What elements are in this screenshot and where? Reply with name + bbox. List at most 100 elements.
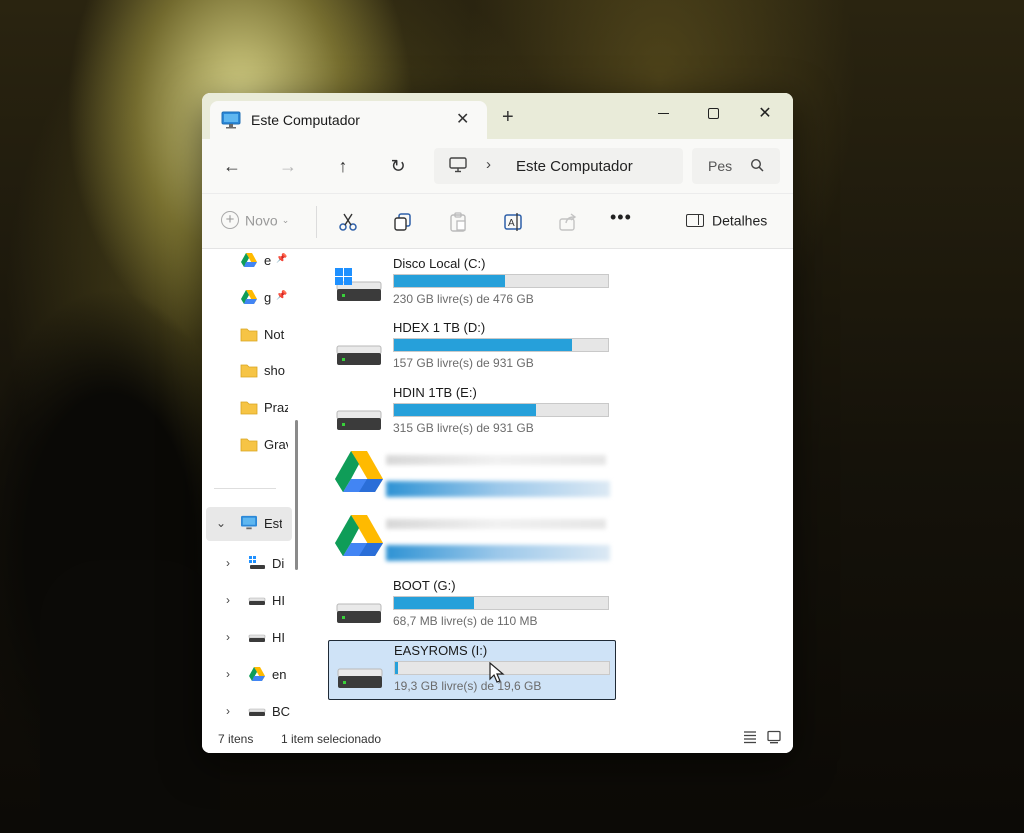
sidebar-tree-item[interactable]: › BC	[202, 697, 292, 726]
sidebar-item-label: Este	[264, 516, 282, 531]
more-options-icon[interactable]: •••	[610, 207, 632, 229]
close-window-button[interactable]: ✕	[742, 99, 788, 129]
address-bar[interactable]: › Este Computador	[434, 148, 683, 184]
drive-tile[interactable]: BOOT (G:) 68,7 MB livre(s) de 110 MB	[328, 576, 616, 636]
sidebar-item-quick-access[interactable]: Not	[202, 320, 292, 350]
sidebar-tree-item[interactable]: › en	[202, 660, 292, 690]
sidebar-item-quick-access[interactable]: Praz	[202, 393, 292, 423]
sidebar-item-label: Praz	[264, 400, 288, 416]
folder-icon	[240, 328, 258, 341]
drive-tile[interactable]: HDIN 1TB (E:) 315 GB livre(s) de 931 GB	[328, 383, 616, 443]
drive-icon	[248, 597, 266, 605]
search-placeholder: Pesquisar	[708, 158, 732, 174]
selection-count: 1 item selecionado	[281, 732, 382, 746]
chevron-right-icon[interactable]: ›	[226, 593, 230, 607]
drive-name: EASYROMS (I:)	[394, 642, 488, 658]
google-drive-icon	[335, 515, 383, 557]
details-view-icon[interactable]	[743, 730, 757, 744]
redacted-usage-bar	[386, 545, 610, 562]
drive-usage-fill	[395, 661, 399, 674]
sidebar-tree-item[interactable]: › Di	[202, 549, 292, 579]
sidebar-tree-item[interactable]: › HI	[202, 586, 292, 616]
chevron-down-icon[interactable]: ⌄	[216, 516, 226, 530]
drive-usage-fill	[394, 339, 572, 352]
drive-tile[interactable]: HDEX 1 TB (D:) 157 GB livre(s) de 931 GB	[328, 318, 616, 378]
rename-icon[interactable]: A	[502, 211, 524, 233]
drive-usage-bar	[393, 402, 609, 417]
breadcrumb-chevron-icon[interactable]: ›	[486, 156, 491, 173]
maximize-button[interactable]	[690, 99, 736, 129]
drive-usage-fill	[394, 275, 505, 287]
sidebar-item-quick-access[interactable]: e 📌	[202, 250, 292, 276]
search-icon	[750, 158, 764, 172]
redacted-usage-bar	[386, 480, 610, 497]
cut-icon[interactable]	[337, 211, 359, 233]
folder-icon	[240, 401, 258, 415]
minimize-button[interactable]	[640, 99, 686, 129]
pin-icon: 📌	[276, 289, 288, 300]
command-bar: + Novo ⌄ A ••• Detalhes	[202, 193, 793, 249]
large-icons-view-icon[interactable]	[767, 730, 781, 744]
google-drive-icon	[335, 450, 383, 492]
folder-icon	[240, 438, 258, 452]
drive-icon	[337, 668, 383, 688]
drive-name: HDIN 1TB (E:)	[393, 384, 477, 400]
drive-icon	[248, 634, 266, 642]
drive-tile[interactable]: Disco Local (C:) 230 GB livre(s) de 476 G…	[328, 254, 616, 314]
drive-usage-fill	[394, 403, 536, 416]
drive-tile[interactable]: EASYROMS (I:) 19,3 GB livre(s) de 19,6 GB	[328, 639, 616, 700]
drive-icon	[336, 345, 382, 366]
search-input[interactable]: Pesquisar	[692, 148, 780, 184]
drive-tile[interactable]	[328, 511, 616, 571]
chevron-down-icon: ⌄	[281, 214, 290, 225]
sidebar-item-este-computador[interactable]: ⌄ Este	[202, 509, 292, 539]
chevron-right-icon[interactable]: ›	[226, 556, 230, 570]
sidebar-item-label: HI	[272, 630, 285, 645]
paste-icon[interactable]	[447, 211, 469, 233]
new-button[interactable]: + Novo ⌄	[221, 211, 289, 233]
refresh-button[interactable]: ↻	[384, 154, 412, 178]
toolbar-divider	[316, 206, 317, 238]
navigation-bar: ← → ↑ ↻ › Este Computador Pesquisar	[202, 139, 793, 193]
sidebar-item-quick-access[interactable]: Grav	[202, 430, 292, 460]
drive-free-space: 315 GB livre(s) de 931 GB	[393, 420, 534, 435]
sidebar-item-quick-access[interactable]: g 📌	[202, 283, 292, 313]
chevron-right-icon[interactable]: ›	[226, 704, 230, 718]
plus-circle-icon: +	[221, 211, 239, 230]
details-button[interactable]: Detalhes	[686, 211, 767, 233]
pin-icon: 📌	[276, 253, 288, 263]
drive-usage-bar	[393, 338, 609, 353]
drive-free-space: 157 GB livre(s) de 931 GB	[393, 356, 534, 371]
chevron-right-icon[interactable]: ›	[226, 630, 230, 644]
sidebar-tree-item[interactable]: › HI	[202, 623, 292, 653]
google-drive-icon	[249, 667, 265, 681]
drive-name: HDEX 1 TB (D:)	[393, 320, 486, 336]
sidebar-divider	[214, 488, 276, 489]
tab-title: Este Computador	[251, 112, 360, 128]
file-explorer-window: Este Computador ✕ + ✕ ← → ↑ ↻ › Este Com…	[202, 93, 793, 753]
copy-icon[interactable]	[392, 211, 414, 233]
windows-drive-icon	[335, 268, 382, 301]
sidebar-item-quick-access[interactable]: sho	[202, 356, 292, 386]
drive-free-space: 230 GB livre(s) de 476 GB	[393, 292, 534, 306]
share-icon[interactable]	[557, 211, 579, 233]
breadcrumb-este-computador[interactable]: Este Computador	[516, 158, 633, 175]
drive-usage-bar	[393, 595, 609, 610]
svg-text:A: A	[508, 218, 515, 229]
sidebar-item-label: en	[272, 667, 287, 682]
forward-button[interactable]: →	[274, 154, 302, 178]
back-button[interactable]: ←	[218, 154, 246, 178]
folder-icon	[240, 364, 258, 378]
monitor-icon	[241, 515, 257, 530]
item-count: 7 itens	[218, 732, 254, 746]
drive-free-space: 68,7 MB livre(s) de 110 MB	[393, 613, 538, 628]
tab-este-computador[interactable]: Este Computador ✕	[210, 101, 487, 139]
new-tab-button[interactable]: +	[502, 107, 514, 127]
drive-icon	[336, 410, 382, 430]
maximize-icon	[707, 108, 719, 120]
up-button[interactable]: ↑	[329, 154, 357, 178]
chevron-right-icon[interactable]: ›	[226, 667, 230, 681]
drive-tile[interactable]	[328, 447, 616, 507]
tab-close-icon[interactable]: ✕	[456, 109, 469, 129]
details-label: Detalhes	[712, 212, 768, 229]
